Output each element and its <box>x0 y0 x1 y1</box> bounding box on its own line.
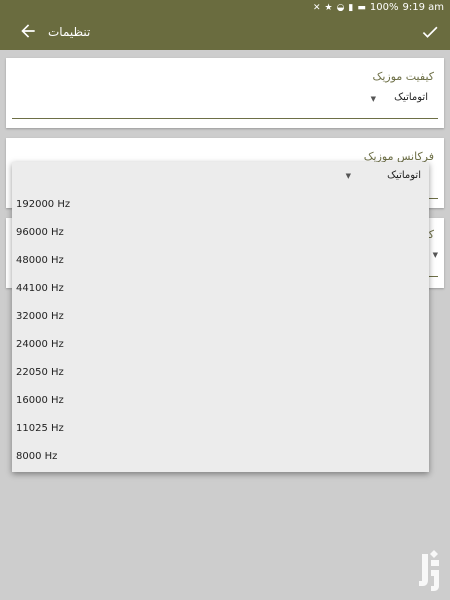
frequency-selected-value[interactable]: اتوماتیک <box>387 170 421 181</box>
field-underline <box>12 118 438 119</box>
star-icon: ★ <box>324 2 333 13</box>
frequency-option[interactable]: 192000 Hz <box>12 191 429 219</box>
frequency-dropdown-menu: ▼ اتوماتیک 192000 Hz 96000 Hz 48000 Hz 4… <box>12 162 429 472</box>
frequency-option[interactable]: 44100 Hz <box>12 275 429 303</box>
confirm-check-icon[interactable] <box>420 22 440 42</box>
frequency-option[interactable]: 48000 Hz <box>12 247 429 275</box>
battery-percent: 100% <box>369 2 399 13</box>
frequency-option[interactable]: 96000 Hz <box>12 219 429 247</box>
setting-card-music-quality: کیفیت موزیک ▼ اتوماتیک <box>6 58 444 128</box>
dropdown-caret-icon: ▼ <box>432 251 438 259</box>
app-logo-icon <box>419 550 439 591</box>
status-bar: ✕ ★ ◒ ▮ ▬ 100% 9:19 am <box>0 0 450 15</box>
frequency-option[interactable]: 22050 Hz <box>12 359 429 387</box>
setting-label-music-quality: کیفیت موزیک <box>372 70 434 83</box>
notification-off-icon: ✕ <box>312 2 321 13</box>
dropdown-caret-icon: ▼ <box>370 95 376 103</box>
app-bar: تنظیمات <box>0 15 450 50</box>
frequency-option[interactable]: 11025 Hz <box>12 415 429 443</box>
frequency-option[interactable]: 32000 Hz <box>12 303 429 331</box>
page-title: تنظیمات <box>48 25 91 39</box>
wifi-icon: ◒ <box>336 2 345 13</box>
music-quality-select[interactable]: اتوماتیک <box>394 92 428 103</box>
battery-icon: ▬ <box>357 2 366 13</box>
back-arrow-icon[interactable] <box>18 21 38 41</box>
frequency-option[interactable]: 24000 Hz <box>12 331 429 359</box>
signal-icon: ▮ <box>348 2 354 13</box>
dropdown-caret-icon: ▼ <box>345 172 351 180</box>
frequency-option[interactable]: 8000 Hz <box>12 443 429 471</box>
frequency-option[interactable]: 16000 Hz <box>12 387 429 415</box>
clock: 9:19 am <box>402 2 444 13</box>
